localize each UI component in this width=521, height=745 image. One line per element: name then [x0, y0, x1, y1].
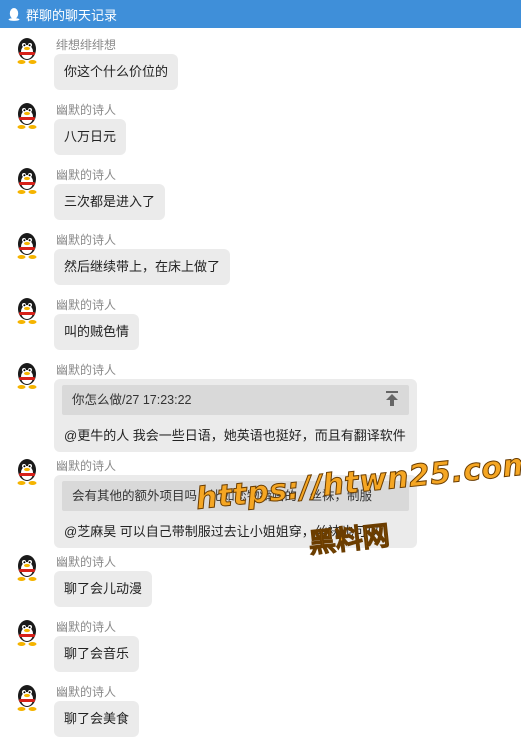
- message-bubble[interactable]: 聊了会美食: [54, 701, 140, 737]
- sender-name[interactable]: 幽默的诗人: [56, 231, 116, 248]
- qq-penguin-avatar[interactable]: [12, 231, 42, 261]
- sender-name[interactable]: 幽默的诗人: [56, 457, 116, 474]
- sender-name[interactable]: 幽默的诗人: [56, 296, 116, 313]
- quoted-text: 你怎么做/27 17:23:22: [72, 393, 192, 407]
- reply-text: @更牛的人 我会一些日语，她英语也挺好，而且有翻译软件: [64, 428, 406, 443]
- qq-penguin-avatar[interactable]: [12, 457, 42, 487]
- message-bubble[interactable]: 八万日元: [54, 119, 127, 155]
- message-bubble[interactable]: 三次都是进入了: [54, 184, 166, 220]
- qq-penguin-icon: [8, 8, 20, 21]
- message-bubble[interactable]: 会有其他的额外项目吗，比如恋物癖啥的，丝袜，制服 @芝麻昊 可以自己带制服过去让…: [54, 475, 417, 548]
- message-bubble[interactable]: 然后继续带上，在床上做了: [54, 249, 231, 285]
- sender-name[interactable]: 幽默的诗人: [56, 618, 116, 635]
- arrow-up-icon[interactable]: [385, 391, 399, 407]
- sender-name[interactable]: 绯想绯绯想: [56, 36, 116, 53]
- qq-penguin-avatar[interactable]: [12, 166, 42, 196]
- message-bubble[interactable]: 你这个什么价位的: [54, 54, 179, 90]
- message-bubble[interactable]: 聊了会儿动漫: [54, 571, 153, 607]
- title-bar: 群聊的聊天记录: [0, 0, 521, 28]
- message-bubble[interactable]: 你怎么做/27 17:23:22 @更牛的人 我会一些日语，她英语也挺好，而且有…: [54, 379, 417, 452]
- window-title: 群聊的聊天记录: [26, 7, 118, 23]
- quoted-message[interactable]: 会有其他的额外项目吗，比如恋物癖啥的，丝袜，制服: [62, 481, 409, 511]
- qq-penguin-avatar[interactable]: [12, 553, 42, 583]
- reply-text: @芝麻昊 可以自己带制服过去让小姐姐穿，丝袜也可以: [64, 524, 380, 539]
- sender-name[interactable]: 幽默的诗人: [56, 361, 116, 378]
- qq-penguin-avatar[interactable]: [12, 296, 42, 326]
- sender-name[interactable]: 幽默的诗人: [56, 166, 116, 183]
- qq-penguin-avatar[interactable]: [12, 618, 42, 648]
- qq-penguin-avatar[interactable]: [12, 36, 42, 66]
- sender-name[interactable]: 幽默的诗人: [56, 553, 116, 570]
- message-bubble[interactable]: 叫的贼色情: [54, 314, 140, 350]
- sender-name[interactable]: 幽默的诗人: [56, 101, 116, 118]
- quoted-text: 会有其他的额外项目吗，比如恋物癖啥的，丝袜，制服: [72, 489, 373, 503]
- qq-penguin-avatar[interactable]: [12, 361, 42, 391]
- quoted-message[interactable]: 你怎么做/27 17:23:22: [62, 385, 409, 415]
- message-bubble[interactable]: 聊了会音乐: [54, 636, 140, 672]
- message-list[interactable]: 绯想绯绯想 你这个什么价位的 幽默的诗人 八万日元 幽默的诗人 三次都是进入了 …: [0, 28, 521, 745]
- qq-penguin-avatar[interactable]: [12, 101, 42, 131]
- qq-penguin-avatar[interactable]: [12, 683, 42, 713]
- sender-name[interactable]: 幽默的诗人: [56, 683, 116, 700]
